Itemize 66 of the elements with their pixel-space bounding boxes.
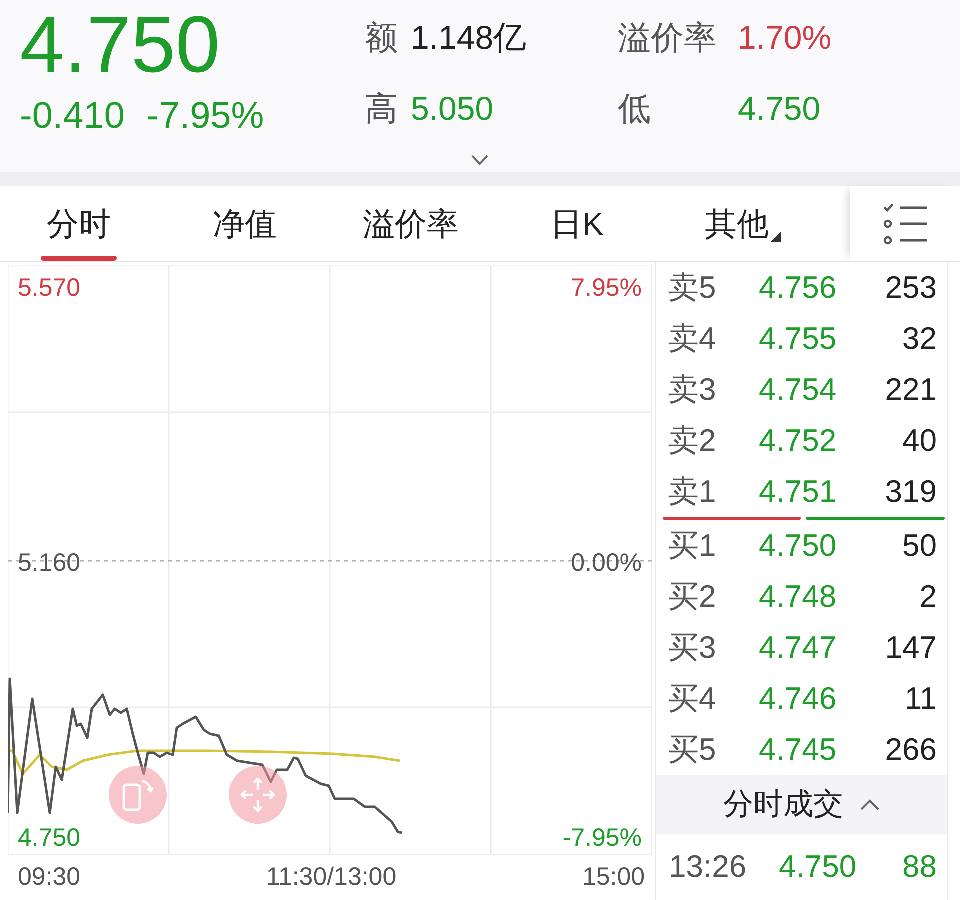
stat-label: 溢价率 (618, 18, 718, 58)
stat-value: 1.70% (738, 18, 832, 58)
percent-axis-label: 7.95% (571, 273, 642, 303)
order-level-label: 卖1 (668, 476, 718, 507)
order-volume: 221 (885, 374, 937, 405)
order-level-label: 买1 (668, 530, 718, 561)
trade-time: 13:26 (669, 850, 748, 882)
trade-volume: 88 (902, 850, 937, 882)
stat-label: 低 (618, 88, 652, 128)
order-level-label: 卖4 (668, 323, 718, 354)
menu-button[interactable] (850, 186, 960, 261)
time-axis-label: 09:30 (18, 862, 81, 893)
tab[interactable]: 分时 (0, 186, 162, 261)
four-arrows-icon (240, 777, 276, 813)
order-volume: 319 (885, 476, 937, 507)
order-level-label: 买2 (668, 581, 718, 612)
order-volume: 266 (885, 734, 937, 765)
order-price: 4.748 (759, 581, 838, 612)
tab[interactable]: 其他 (660, 186, 826, 261)
price-change: -0.410 (20, 97, 125, 134)
stat-value: 1.148亿 (411, 18, 528, 58)
order-level-label: 卖5 (668, 272, 718, 303)
order-volume: 2 (920, 581, 937, 612)
order-volume: 32 (902, 323, 937, 354)
percent-axis-label: 0.00% (571, 548, 642, 578)
change-percent: -7.95% (146, 97, 264, 134)
tab[interactable]: 净值 (162, 186, 328, 261)
order-level-label: 买3 (668, 632, 718, 663)
order-price: 4.756 (759, 272, 838, 303)
stat-value: 4.750 (738, 88, 822, 128)
price-axis-label: 5.570 (18, 273, 81, 303)
time-axis-label: 11:30/13:00 (266, 862, 397, 893)
rotate-screen-icon (122, 778, 154, 812)
order-price: 4.745 (759, 734, 838, 765)
time-axis-label: 15:00 (582, 862, 645, 893)
tab[interactable]: 日K (494, 186, 660, 261)
order-price: 4.750 (759, 530, 838, 561)
chevron-down-icon[interactable] (471, 154, 489, 166)
order-price: 4.755 (759, 323, 838, 354)
price-axis-label: 5.160 (18, 548, 81, 578)
price-axis-label: 4.750 (18, 823, 81, 853)
percent-axis-label: -7.95% (562, 823, 642, 853)
order-level-label: 买5 (668, 734, 718, 765)
dropdown-corner-icon (771, 232, 781, 242)
checklist-icon (883, 202, 927, 244)
order-volume: 40 (902, 425, 937, 456)
order-price: 4.746 (759, 683, 838, 714)
trade-price: 4.750 (779, 850, 858, 882)
order-price: 4.751 (759, 476, 838, 507)
order-price: 4.754 (759, 374, 838, 405)
order-volume: 50 (902, 530, 937, 561)
order-level-label: 卖2 (668, 425, 718, 456)
last-price: 4.750 (20, 5, 222, 85)
tab[interactable]: 溢价率 (328, 186, 494, 261)
order-price: 4.747 (759, 632, 838, 663)
order-level-label: 买4 (668, 683, 718, 714)
stat-value: 5.050 (411, 88, 495, 128)
chevron-up-icon (860, 798, 880, 810)
stat-label: 额 (365, 18, 399, 58)
order-price: 4.752 (759, 425, 838, 456)
order-volume: 253 (885, 272, 937, 303)
stat-label: 高 (365, 88, 399, 128)
order-volume: 11 (904, 683, 937, 714)
order-volume: 147 (885, 632, 937, 663)
trades-section-header[interactable]: 分时成交 (656, 775, 947, 834)
order-level-label: 卖3 (668, 374, 718, 405)
